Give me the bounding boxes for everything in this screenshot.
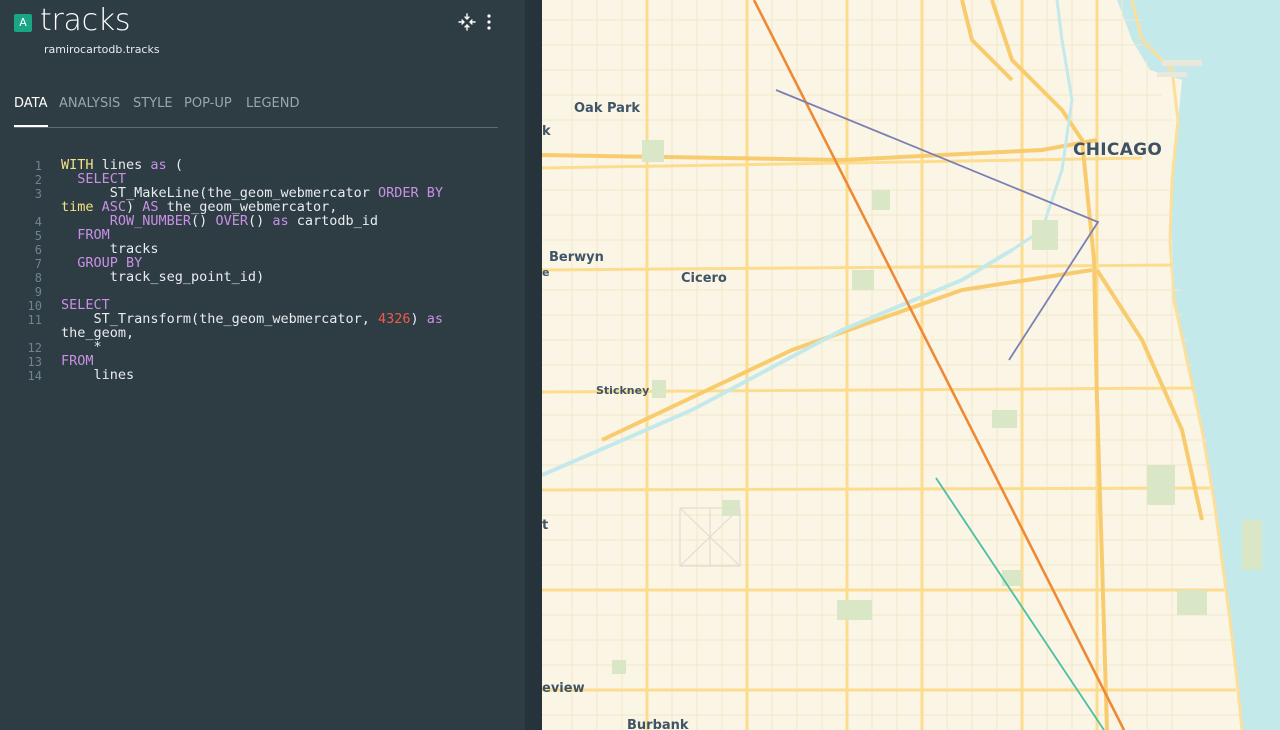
code-token: (): [191, 213, 216, 229]
layer-source: ramirocartodb.tracks: [44, 43, 160, 56]
tab-popup[interactable]: POP-UP: [184, 96, 232, 126]
line-number: 7: [34, 257, 42, 271]
code-line: the_geom,: [61, 326, 134, 340]
code-line: track_seg_point_id): [61, 270, 264, 284]
line-number: 2: [34, 173, 42, 187]
code-line: time ASC) AS the_geom_webmercator,: [61, 200, 337, 214]
code-line: ROW_NUMBER() OVER() as cartodb_id: [61, 214, 378, 228]
map-label-berwyn: Berwyn: [549, 250, 604, 265]
code-token: as: [150, 157, 167, 173]
map-label-stickney: Stickney: [596, 384, 650, 397]
code-token: track_seg_point_id): [61, 269, 265, 285]
code-token: cartodb_id: [288, 213, 379, 229]
line-number: 9: [34, 285, 42, 299]
map-label-edge-view: eview: [542, 681, 585, 696]
code-line: FROM: [61, 228, 110, 242]
code-line: ST_MakeLine(the_geom_webmercator ORDER B…: [61, 186, 443, 200]
line-number: 3: [34, 187, 42, 201]
code-token: (): [247, 213, 273, 229]
code-line: lines: [61, 367, 135, 383]
tab-legend[interactable]: LEGEND: [246, 96, 299, 126]
code-line: *: [61, 340, 102, 354]
code-line: WITH lines as (: [61, 158, 183, 172]
code-token: lines: [61, 367, 135, 383]
tab-data[interactable]: DATA: [14, 96, 48, 127]
code-line: SELECT: [61, 172, 126, 186]
line-number: 1: [34, 159, 42, 173]
line-number: 14: [27, 369, 42, 383]
tab-analysis[interactable]: ANALYSIS: [59, 96, 120, 126]
line-number: 4: [34, 215, 42, 229]
layer-title[interactable]: tracks: [40, 3, 130, 38]
code-token: as: [426, 311, 444, 327]
code-token: as: [272, 213, 289, 229]
line-number: 10: [27, 299, 42, 313]
code-line: ST_Transform(the_geom_webmercator, 4326)…: [61, 311, 444, 327]
line-number: 8: [34, 271, 42, 285]
code-token: OVER: [215, 213, 248, 229]
tab-style[interactable]: STYLE: [133, 96, 173, 126]
map-label-cicero: Cicero: [681, 271, 727, 286]
move-icon[interactable]: [458, 13, 476, 31]
map-label-chicago: CHICAGO: [1073, 140, 1163, 160]
code-token: ORDER BY: [377, 185, 444, 201]
map-label-edge-k: k: [542, 124, 551, 139]
code-line: FROM: [61, 354, 94, 368]
code-line: GROUP BY: [61, 256, 142, 270]
more-options-icon[interactable]: [482, 13, 496, 31]
line-number: 13: [27, 355, 42, 369]
line-number: 5: [34, 229, 42, 243]
line-number: 11: [27, 313, 42, 327]
line-number: 6: [34, 243, 42, 257]
sql-editor[interactable]: 1 2 3 4 5 6 7 8 9 10 11 12 13 14 WITH lines as ( SELE…: [0, 147, 525, 387]
layer-badge: A: [14, 14, 32, 32]
code-token: 4326: [377, 311, 411, 327]
layer-panel: A tracks ramirocartodb.tracks DATA ANALY…: [0, 0, 525, 730]
map-label-burbank: Burbank: [627, 718, 689, 730]
code-line: tracks: [61, 242, 159, 256]
panel-divider[interactable]: [525, 0, 542, 730]
code-token: ): [410, 311, 427, 327]
map-label-edge-e: e: [542, 266, 550, 279]
map-label-oak-park: Oak Park: [574, 101, 641, 116]
code-token: (: [166, 157, 183, 173]
map-label-edge-t: t: [542, 518, 549, 533]
line-number: 12: [27, 341, 42, 355]
code-line: SELECT: [61, 298, 110, 312]
layer-tabs: DATA ANALYSIS STYLE POP-UP LEGEND: [14, 96, 498, 128]
map-canvas[interactable]: Oak Park CHICAGO Berwyn Cicero Stickney …: [542, 0, 1280, 730]
basemap: [542, 0, 1280, 730]
